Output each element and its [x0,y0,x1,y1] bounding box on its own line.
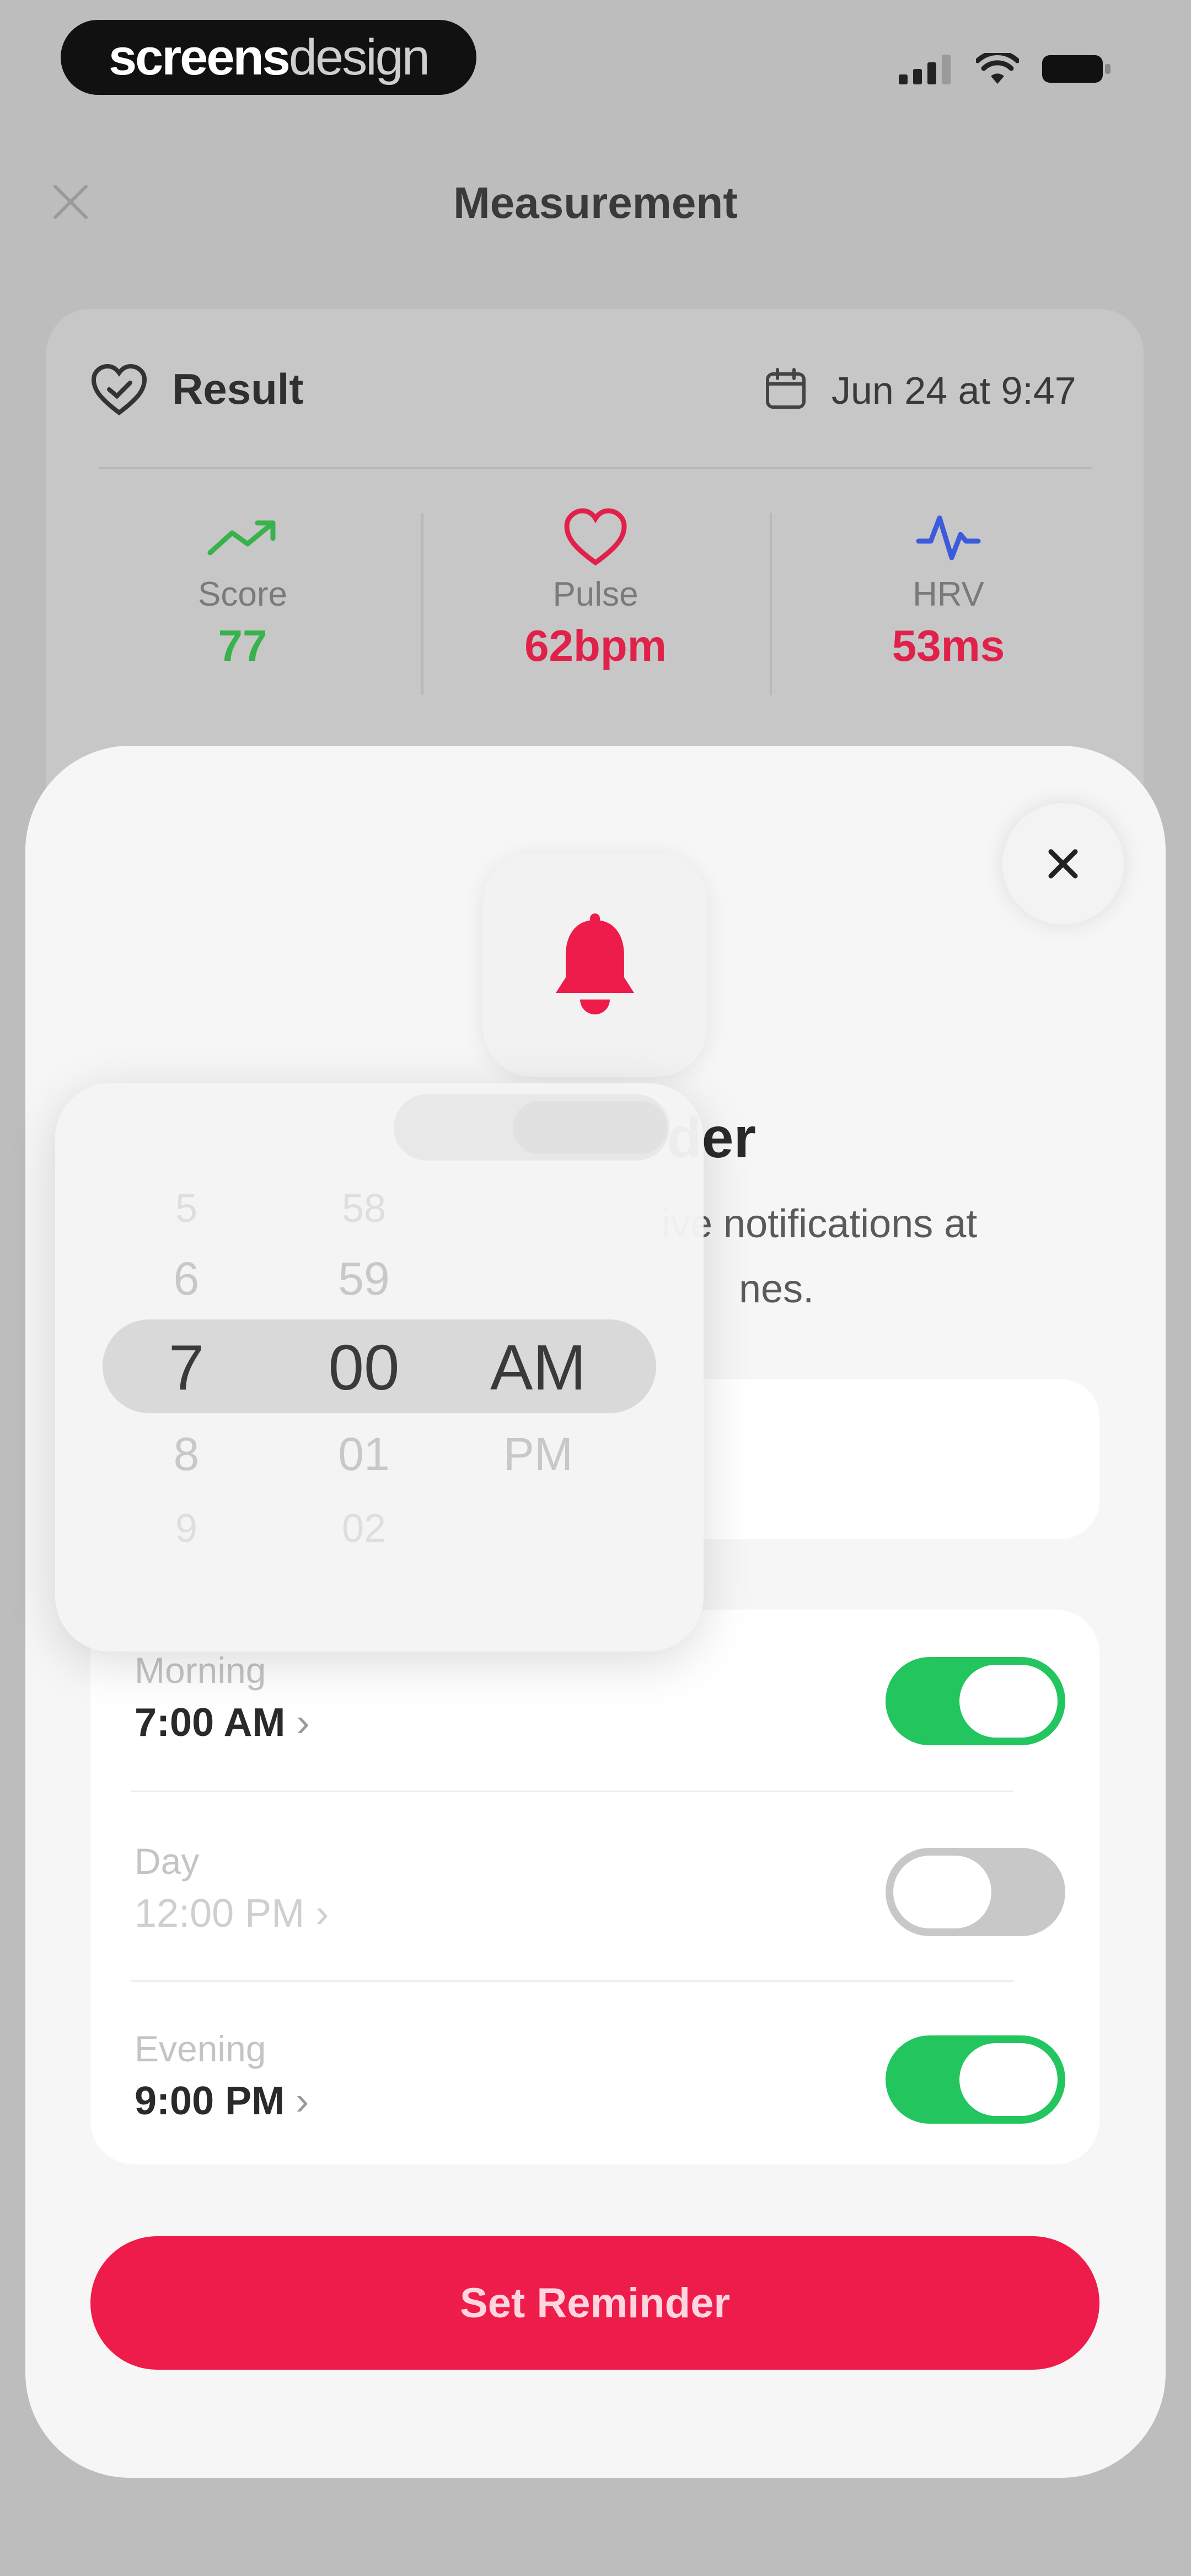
chevron-right-icon: › [296,2079,309,2123]
close-icon [1048,849,1078,879]
metric-label: Score [198,575,287,613]
brand-logo: screens design [61,20,476,95]
divider [99,467,1092,469]
metric-pulse: Pulse 62bpm [419,507,772,671]
chevron-right-icon: › [315,1891,329,1936]
result-date: Jun 24 at 9:47 [831,369,1076,412]
picker-period-selected[interactable]: AM [478,1330,599,1404]
slot-label: Day [135,1841,200,1882]
slot-time[interactable]: 9:00 PM › [135,2078,309,2124]
slot-time[interactable]: 7:00 AM › [135,1700,309,1745]
metric-value: 53ms [892,621,1005,670]
slot-time-text: 9:00 PM [135,2079,285,2123]
status-icons [899,52,1112,86]
picker-minute-selected[interactable]: 00 [303,1330,425,1404]
heart-check-icon [91,364,147,416]
slot-day[interactable]: Day 12:00 PM › [135,1840,329,1936]
picker-hour-selected[interactable]: 7 [126,1330,247,1404]
toggle-evening[interactable] [886,2035,1065,2124]
slot-time-text: 12:00 PM [135,1891,305,1936]
heart-icon [564,508,627,566]
metric-label: HRV [913,575,984,613]
picker-header-pill [513,1101,667,1154]
picker-minute[interactable]: 02 [303,1506,425,1551]
picker-period[interactable]: PM [478,1428,599,1481]
brand-bold: screens [109,29,291,85]
sheet-description-line: ive notifications at [662,1202,978,1246]
picker-hour[interactable]: 6 [126,1252,247,1306]
set-reminder-button[interactable]: Set Reminder [90,2236,1099,2370]
slot-time[interactable]: 12:00 PM › [135,1891,329,1936]
bell-tile [483,853,707,1077]
metric-value: 77 [218,621,267,670]
wifi-icon [976,53,1019,84]
sheet-description-line: nes. [739,1267,814,1311]
divider [131,1791,1013,1792]
brand-light: design [288,29,430,85]
page-title: Measurement [453,178,738,227]
bell-icon [556,913,634,1014]
picker-hour[interactable]: 5 [126,1186,247,1231]
toggle-morning[interactable] [886,1657,1065,1745]
picker-minute[interactable]: 01 [303,1428,425,1481]
metric-score: Score 77 [66,507,419,671]
slot-label: Evening [135,2028,266,2069]
metric-label: Pulse [552,575,639,613]
trend-up-icon [207,520,276,555]
toggle-day[interactable] [886,1848,1065,1936]
pulse-wave-icon [916,515,981,560]
metric-value: 62bpm [524,621,667,670]
picker-hour[interactable]: 9 [126,1506,247,1551]
picker-minute[interactable]: 59 [303,1252,425,1306]
picker-minute[interactable]: 58 [303,1186,425,1231]
picker-hour[interactable]: 8 [126,1428,247,1481]
metric-hrv: HRV 53ms [772,507,1125,671]
calendar-icon [766,368,806,409]
chevron-right-icon: › [296,1701,310,1745]
signal-icon [899,55,951,84]
slot-morning[interactable]: Morning 7:00 AM › [135,1649,309,1745]
slot-evening[interactable]: Evening 9:00 PM › [135,2028,309,2124]
divider [131,1980,1013,1982]
slot-label: Morning [135,1650,266,1691]
slot-time-text: 7:00 AM [135,1701,286,1745]
battery-icon [1042,55,1110,83]
result-title: Result [172,365,304,413]
sheet-description: ive notifications at nes. [662,1191,1081,1322]
sheet-close-button[interactable] [1002,803,1124,924]
